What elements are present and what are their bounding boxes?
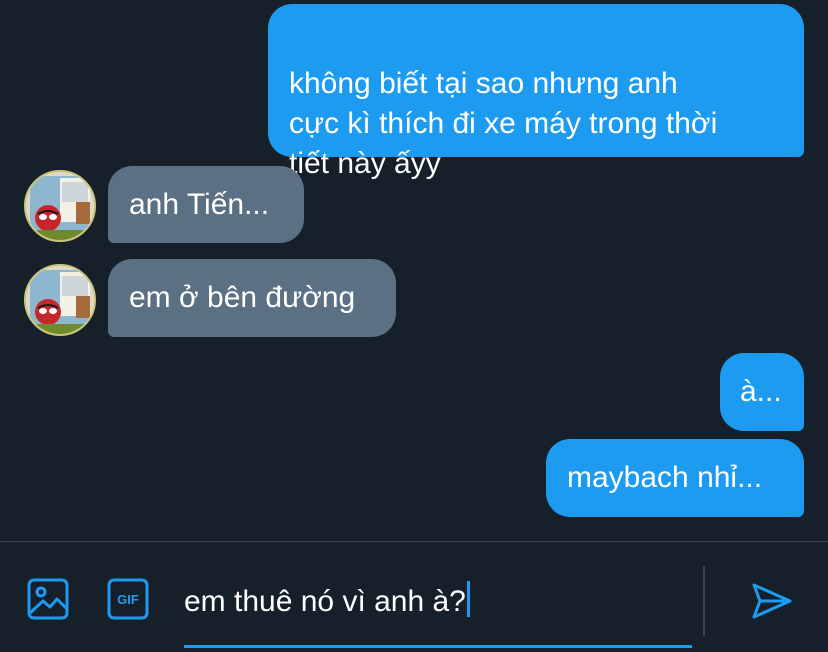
message-bubble-sent[interactable]: maybach nhỉ...	[546, 439, 804, 517]
gif-icon: GIF	[107, 578, 149, 620]
message-text: anh Tiến...	[129, 188, 270, 221]
add-gif-button[interactable]: GIF	[106, 577, 150, 621]
input-focus-underline	[184, 645, 692, 648]
message-bubble-sent[interactable]: không biết tại sao nhưng anh cực kì thíc…	[268, 4, 804, 180]
message-input-value: em thuê nó vì anh à?	[184, 585, 466, 618]
message-text: em ở bên đường	[129, 281, 356, 314]
gif-label: GIF	[117, 592, 139, 607]
send-button[interactable]	[750, 579, 794, 623]
image-icon	[27, 578, 69, 620]
message-input[interactable]: em thuê nó vì anh à?	[184, 580, 704, 628]
message-text: à...	[740, 375, 782, 408]
message-bubble-received[interactable]: anh Tiến...	[108, 166, 304, 243]
avatar-image	[26, 266, 94, 334]
add-image-button[interactable]	[26, 577, 70, 621]
send-icon	[752, 583, 792, 619]
message-text: maybach nhỉ...	[567, 461, 763, 494]
dm-conversation-screen: không biết tại sao nhưng anh cực kì thíc…	[0, 0, 828, 652]
avatar[interactable]	[24, 264, 96, 336]
avatar-image	[26, 172, 94, 240]
message-text: không biết tại sao nhưng anh cực kì thíc…	[289, 67, 718, 180]
text-cursor	[466, 581, 470, 617]
message-composer: GIF em thuê nó vì anh à?	[0, 541, 828, 652]
message-bubble-sent[interactable]: à...	[720, 353, 804, 431]
message-bubble-received[interactable]: em ở bên đường	[108, 259, 396, 337]
composer-divider	[703, 566, 705, 636]
avatar[interactable]	[24, 170, 96, 242]
